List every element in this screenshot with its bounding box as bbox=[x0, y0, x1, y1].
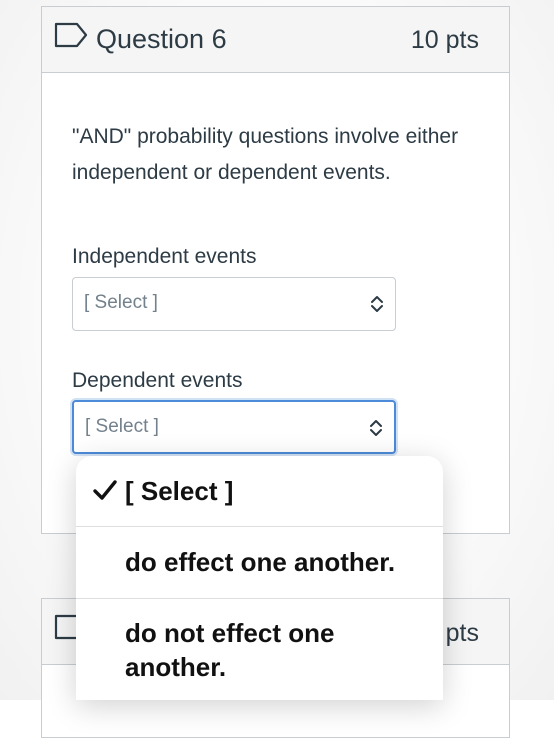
up-down-arrows-icon bbox=[371, 296, 383, 312]
question-title: Question 6 bbox=[96, 24, 227, 54]
option-label: do not effect one another. bbox=[125, 618, 335, 682]
select-value: [ Select ] bbox=[84, 292, 158, 313]
option-do-effect[interactable]: do effect one another. bbox=[76, 526, 443, 598]
next-question-points: pts bbox=[445, 619, 479, 647]
checkmark-icon bbox=[93, 480, 117, 500]
dependent-events-select[interactable]: [ Select ] bbox=[72, 400, 396, 454]
question-header: Question 6 10 pts bbox=[42, 7, 509, 73]
independent-events-label: Independent events bbox=[72, 245, 257, 268]
option-label: [ Select ] bbox=[125, 476, 234, 506]
option-label: do effect one another. bbox=[125, 547, 396, 577]
question-card: Question 6 10 pts "AND" probability ques… bbox=[41, 6, 510, 534]
question-text: "AND" probability questions involve eith… bbox=[72, 125, 459, 184]
flag-icon[interactable] bbox=[54, 22, 88, 48]
independent-events-select[interactable]: [ Select ] bbox=[72, 277, 396, 331]
option-do-not-effect[interactable]: do not effect one another. bbox=[76, 598, 443, 700]
select-value: [ Select ] bbox=[85, 416, 159, 437]
question-points: 10 pts bbox=[410, 26, 479, 54]
up-down-arrows-icon bbox=[370, 420, 382, 436]
option-select-placeholder[interactable]: [ Select ] bbox=[76, 456, 443, 526]
dependent-events-label: Dependent events bbox=[72, 369, 243, 392]
select-options-menu: [ Select ] do effect one another. do not… bbox=[76, 456, 443, 700]
